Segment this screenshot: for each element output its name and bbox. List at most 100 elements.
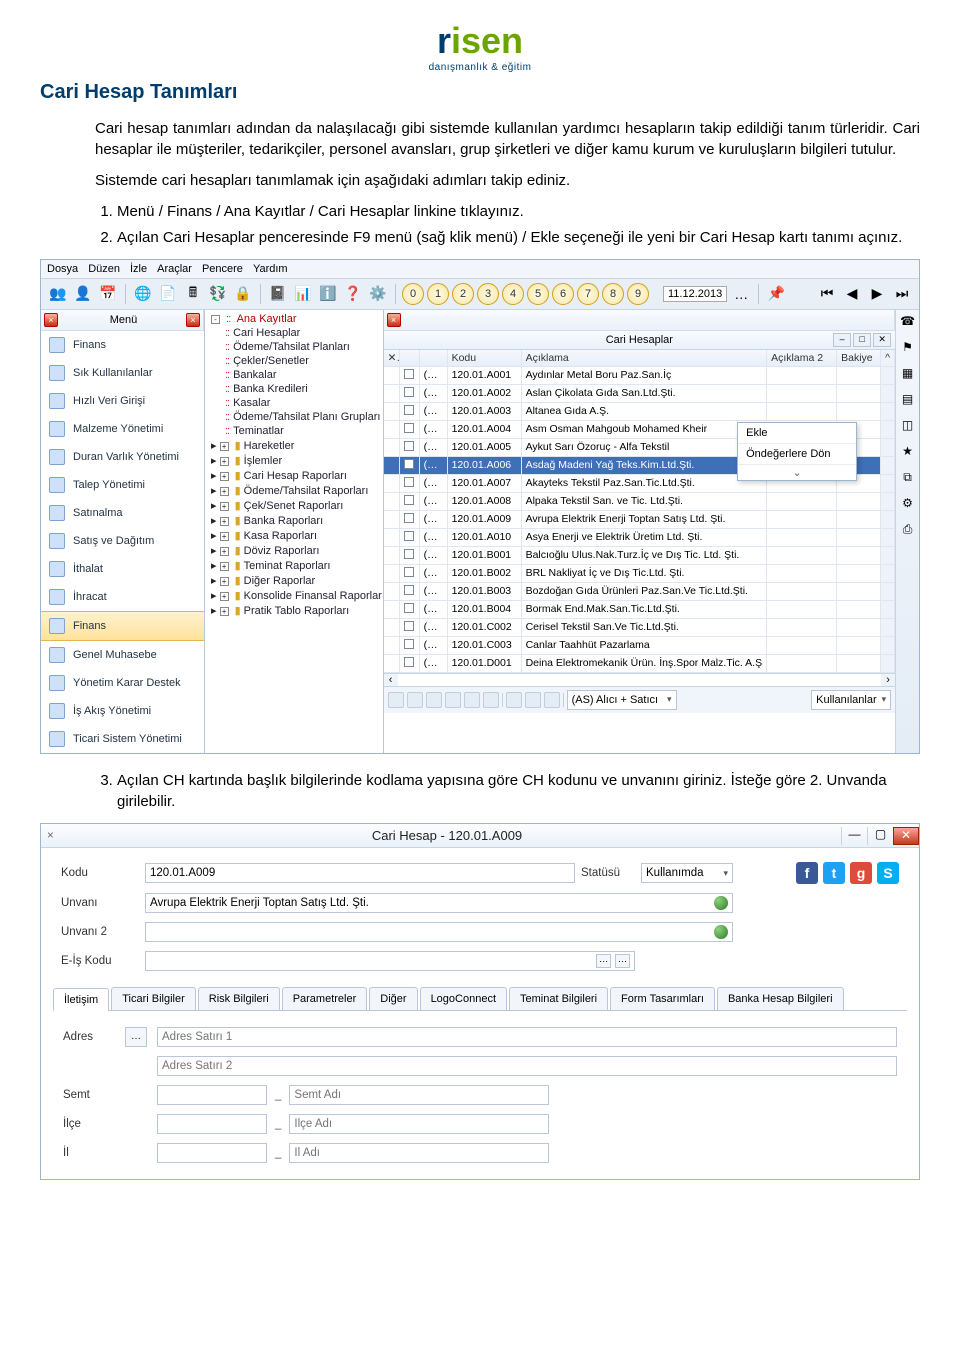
strip-star-icon[interactable]: ★ (900, 444, 916, 460)
tree-folder[interactable]: ▸ + ▮İşlemler (205, 453, 383, 468)
min-icon[interactable]: – (833, 333, 851, 347)
tab-banka[interactable]: Banka Hesap Bilgileri (717, 987, 844, 1010)
tb-cal-icon[interactable]: 📅 (97, 283, 119, 305)
globe2-icon[interactable] (714, 925, 728, 939)
row-checkbox[interactable] (404, 621, 414, 631)
win-close-icon[interactable]: ✕ (893, 827, 919, 845)
expand-icon[interactable]: + (220, 502, 229, 511)
input-unvani2[interactable] (145, 922, 733, 942)
expand-icon[interactable]: + (220, 487, 229, 496)
tb-lock-icon[interactable]: 🔒 (232, 283, 254, 305)
tree-leaf[interactable]: ::Bankalar (205, 368, 383, 382)
tree-folder[interactable]: ▸ + ▮Pratik Tablo Raporları (205, 603, 383, 618)
row-checkbox[interactable] (404, 441, 414, 451)
collapse-icon[interactable]: - (211, 315, 220, 324)
expand-icon[interactable]: + (220, 547, 229, 556)
table-row[interactable]: (AS)120.01.A002Aslan Çikolata Gıda San.L… (384, 385, 896, 403)
strip-note-icon[interactable]: ▦ (900, 366, 916, 382)
expand-icon[interactable]: + (220, 517, 229, 526)
table-row[interactable]: (AS)120.01.C002Cerisel Tekstil San.Ve Ti… (384, 619, 896, 637)
ft-filter-icon[interactable] (525, 692, 541, 708)
tree-folder[interactable]: ▸ + ▮Teminat Raporları (205, 558, 383, 573)
input-kodu[interactable] (145, 863, 575, 883)
strip-img-icon[interactable]: ⧉ (900, 470, 916, 486)
sidebar-item-9[interactable]: İhracat (41, 583, 204, 611)
col-kodu[interactable]: Kodu (448, 350, 522, 366)
input-adres2[interactable] (157, 1056, 897, 1076)
facebook-icon[interactable]: f (796, 862, 818, 884)
strip-chart-icon[interactable]: ◫ (900, 418, 916, 434)
row-checkbox[interactable] (404, 477, 414, 487)
tab-form[interactable]: Form Tasarımları (610, 987, 715, 1010)
table-row[interactable]: (AS)120.01.B001Balcıoğlu Ulus.Nak.Turz.İ… (384, 547, 896, 565)
expand-icon[interactable]: + (220, 592, 229, 601)
tb-user-icon[interactable]: 👤 (72, 283, 94, 305)
input-il-code[interactable] (157, 1143, 267, 1163)
tb-browser-icon[interactable]: 🌐 (132, 283, 154, 305)
tab-teminat[interactable]: Teminat Bilgileri (509, 987, 608, 1010)
sidebar-item-7[interactable]: Satış ve Dağıtım (41, 527, 204, 555)
hscroll-left-icon[interactable]: ‹ (384, 674, 398, 686)
ft-excel-icon[interactable] (506, 692, 522, 708)
footer-state-select[interactable]: Kullanılanlar▾ (811, 690, 891, 710)
ft-pin-icon[interactable] (483, 692, 499, 708)
sidebar-item-11[interactable]: Genel Muhasebe (41, 641, 204, 669)
tree-leaf[interactable]: ::Cari Hesaplar (205, 326, 383, 340)
tab-risk[interactable]: Risk Bilgileri (198, 987, 280, 1010)
input-semt-code[interactable] (157, 1085, 267, 1105)
input-il[interactable] (289, 1143, 549, 1163)
menu-tools[interactable]: Araçlar (157, 263, 192, 275)
nav-first-icon[interactable]: ⏮ (816, 283, 838, 305)
row-checkbox[interactable] (404, 567, 414, 577)
globe-icon[interactable] (714, 896, 728, 910)
table-row[interactable]: (AS)120.01.C003Canlar Taahhüt Pazarlama (384, 637, 896, 655)
tree-leaf[interactable]: ::Banka Kredileri (205, 382, 383, 396)
quick-7[interactable]: 7 (577, 283, 599, 305)
expand-icon[interactable]: + (220, 532, 229, 541)
strip-phone-icon[interactable]: ☎ (900, 314, 916, 330)
menubar[interactable]: Dosya Düzen İzle Araçlar Pencere Yardım (41, 260, 919, 279)
tree-leaf[interactable]: ::Çekler/Senetler (205, 354, 383, 368)
row-checkbox[interactable] (404, 657, 414, 667)
sidebar-item-13[interactable]: İş Akış Yönetimi (41, 697, 204, 725)
quick-8[interactable]: 8 (602, 283, 624, 305)
context-expand-icon[interactable]: ⌄ (738, 465, 856, 480)
sidebar-item-3[interactable]: Malzeme Yönetimi (41, 415, 204, 443)
eis-pick2-icon[interactable]: ⋯ (615, 954, 630, 968)
menu-help[interactable]: Yardım (253, 263, 288, 275)
input-ilce-code[interactable] (157, 1114, 267, 1134)
footer-filter-select[interactable]: (AS) Alıcı + Satıcı▾ (567, 690, 677, 710)
ft-copy-icon[interactable] (407, 692, 423, 708)
col-aciklama2[interactable]: Açıklama 2 (767, 350, 837, 366)
menu-view[interactable]: İzle (130, 263, 147, 275)
tab-ticari[interactable]: Ticari Bilgiler (111, 987, 196, 1010)
quick-6[interactable]: 6 (552, 283, 574, 305)
tb-calc-icon[interactable]: 🖩 (182, 283, 204, 305)
tb-users-icon[interactable]: 👥 (47, 283, 69, 305)
tb-note-icon[interactable]: 📓 (267, 283, 289, 305)
tree-folder[interactable]: ▸ + ▮Ödeme/Tahsilat Raporları (205, 483, 383, 498)
row-checkbox[interactable] (404, 549, 414, 559)
tree-folder[interactable]: ▸ + ▮Hareketler (205, 438, 383, 453)
table-row[interactable]: (AS)120.01.B003Bozdoğan Gıda Ürünleri Pa… (384, 583, 896, 601)
win-max-icon[interactable]: ▢ (867, 827, 893, 845)
row-checkbox[interactable] (404, 639, 414, 649)
tb-gear-icon[interactable]: ⚙️ (367, 283, 389, 305)
scroll-up-icon[interactable]: ^ (881, 350, 895, 366)
row-checkbox[interactable] (404, 387, 414, 397)
tab-iletisim[interactable]: İletişim (53, 988, 109, 1011)
toolbar-date[interactable]: 11.12.2013 (663, 286, 727, 302)
tree-root[interactable]: - :: Ana Kayıtlar (205, 312, 383, 326)
table-row[interactable]: (AS)120.01.A003Altanea Gıda A.Ş. (384, 403, 896, 421)
tree-folder[interactable]: ▸ + ▮Döviz Raporları (205, 543, 383, 558)
sidebar-close2-icon[interactable]: × (186, 313, 200, 327)
sidebar-item-0[interactable]: Finans (41, 331, 204, 359)
sidebar-item-2[interactable]: Hızlı Veri Girişi (41, 387, 204, 415)
col-aciklama[interactable]: Açıklama (522, 350, 768, 366)
skype-icon[interactable]: S (877, 862, 899, 884)
quick-2[interactable]: 2 (452, 283, 474, 305)
menu-edit[interactable]: Düzen (88, 263, 120, 275)
tb-info-icon[interactable]: ℹ️ (317, 283, 339, 305)
ft-new-icon[interactable] (388, 692, 404, 708)
row-checkbox[interactable] (404, 603, 414, 613)
